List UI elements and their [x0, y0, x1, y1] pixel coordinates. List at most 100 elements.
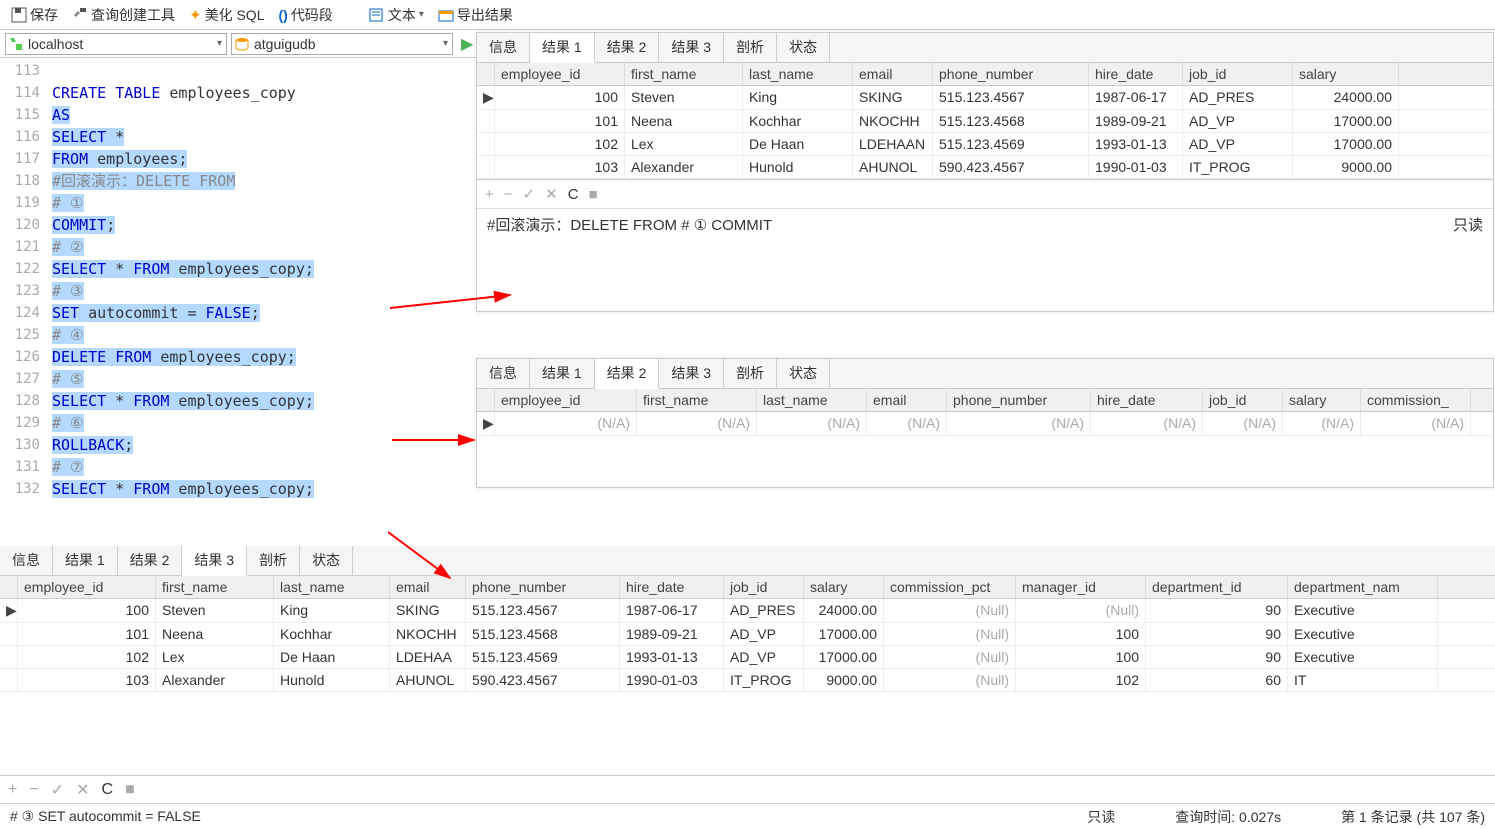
- tab-info[interactable]: 信息: [477, 33, 530, 62]
- table-row[interactable]: ▶100StevenKingSKING515.123.45671987-06-1…: [0, 599, 1495, 623]
- code-line[interactable]: 128SELECT * FROM employees_copy;: [0, 390, 500, 412]
- column-header[interactable]: first_name: [156, 576, 274, 598]
- tab-info-3[interactable]: 信息: [0, 546, 53, 575]
- table-row[interactable]: 101NeenaKochharNKOCHH515.123.45681989-09…: [477, 110, 1493, 133]
- apply-icon-b[interactable]: ✓: [51, 780, 64, 800]
- column-header[interactable]: salary: [804, 576, 884, 598]
- column-header[interactable]: phone_number: [947, 389, 1091, 411]
- column-header[interactable]: department_id: [1146, 576, 1288, 598]
- delete-row-icon[interactable]: −: [504, 186, 513, 203]
- delete-row-icon-b[interactable]: −: [29, 781, 38, 799]
- add-row-icon-b[interactable]: +: [8, 781, 17, 799]
- code-line[interactable]: 129# ⑥: [0, 412, 500, 434]
- column-header[interactable]: employee_id: [495, 389, 637, 411]
- tab-state-3[interactable]: 状态: [300, 546, 353, 575]
- tab-info-2[interactable]: 信息: [477, 359, 530, 388]
- code-line[interactable]: 125# ④: [0, 324, 500, 346]
- column-header[interactable]: email: [853, 63, 933, 85]
- text-button[interactable]: 文本 ▾: [363, 3, 430, 27]
- result3-grid[interactable]: employee_idfirst_namelast_nameemailphone…: [0, 576, 1495, 692]
- column-header[interactable]: salary: [1293, 63, 1399, 85]
- code-line[interactable]: 116SELECT *: [0, 126, 500, 148]
- cancel-icon[interactable]: ✕: [545, 185, 558, 203]
- column-header[interactable]: last_name: [743, 63, 853, 85]
- tab-analyze[interactable]: 剖析: [724, 33, 777, 62]
- code-line[interactable]: 126DELETE FROM employees_copy;: [0, 346, 500, 368]
- code-line[interactable]: 114CREATE TABLE employees_copy: [0, 82, 500, 104]
- save-button[interactable]: 保存: [5, 3, 64, 27]
- beautify-button[interactable]: ✦ 美化 SQL: [183, 3, 270, 27]
- column-header[interactable]: hire_date: [620, 576, 724, 598]
- column-header[interactable]: phone_number: [933, 63, 1089, 85]
- column-header[interactable]: first_name: [625, 63, 743, 85]
- code-line[interactable]: 121# ②: [0, 236, 500, 258]
- column-header[interactable]: job_id: [724, 576, 804, 598]
- query-builder-button[interactable]: 查询创建工具: [66, 3, 181, 27]
- column-header[interactable]: last_name: [274, 576, 390, 598]
- run-button[interactable]: ▶: [461, 34, 473, 54]
- tab-result2[interactable]: 结果 2: [595, 33, 660, 62]
- column-header[interactable]: job_id: [1203, 389, 1283, 411]
- code-line[interactable]: 127# ⑤: [0, 368, 500, 390]
- code-line[interactable]: 122SELECT * FROM employees_copy;: [0, 258, 500, 280]
- refresh-icon-b[interactable]: C: [102, 781, 114, 799]
- tab-result1-3[interactable]: 结果 1: [53, 546, 118, 575]
- code-line[interactable]: 118#回滚演示：DELETE FROM: [0, 170, 500, 192]
- code-line[interactable]: 123# ③: [0, 280, 500, 302]
- column-header[interactable]: commission_: [1361, 389, 1471, 411]
- code-line[interactable]: 119# ①: [0, 192, 500, 214]
- tab-state[interactable]: 状态: [777, 33, 830, 62]
- result1-grid[interactable]: employee_idfirst_namelast_nameemailphone…: [477, 63, 1493, 179]
- code-line[interactable]: 120COMMIT;: [0, 214, 500, 236]
- column-header[interactable]: salary: [1283, 389, 1361, 411]
- refresh-icon[interactable]: C: [568, 186, 579, 203]
- apply-icon[interactable]: ✓: [523, 185, 536, 203]
- column-header[interactable]: employee_id: [495, 63, 625, 85]
- sql-editor[interactable]: 113114CREATE TABLE employees_copy115AS11…: [0, 60, 500, 550]
- tab-state-2[interactable]: 状态: [777, 359, 830, 388]
- column-header[interactable]: email: [390, 576, 466, 598]
- column-header[interactable]: employee_id: [18, 576, 156, 598]
- column-header[interactable]: phone_number: [466, 576, 620, 598]
- column-header[interactable]: first_name: [637, 389, 757, 411]
- export-button[interactable]: 导出结果: [432, 3, 519, 27]
- table-row[interactable]: 103AlexanderHunoldAHUNOL590.423.45671990…: [477, 156, 1493, 179]
- column-header[interactable]: email: [867, 389, 947, 411]
- cancel-icon-b[interactable]: ✕: [76, 780, 89, 800]
- code-line[interactable]: 131# ⑦: [0, 456, 500, 478]
- table-row[interactable]: 102LexDe HaanLDEHAA515.123.45691993-01-1…: [0, 646, 1495, 669]
- code-line[interactable]: 113: [0, 60, 500, 82]
- stop-icon-b[interactable]: ■: [125, 781, 135, 799]
- tab-result2-2[interactable]: 结果 2: [595, 359, 660, 389]
- column-header[interactable]: hire_date: [1091, 389, 1203, 411]
- add-row-icon[interactable]: +: [485, 186, 494, 203]
- column-header[interactable]: commission_pct: [884, 576, 1016, 598]
- column-header[interactable]: last_name: [757, 389, 867, 411]
- column-header[interactable]: job_id: [1183, 63, 1293, 85]
- code-line[interactable]: 117FROM employees;: [0, 148, 500, 170]
- tab-result2-3[interactable]: 结果 2: [118, 546, 183, 575]
- snippet-button[interactable]: () 代码段: [272, 3, 338, 27]
- column-header[interactable]: manager_id: [1016, 576, 1146, 598]
- host-select[interactable]: localhost: [5, 33, 227, 55]
- code-line[interactable]: 132SELECT * FROM employees_copy;: [0, 478, 500, 500]
- tab-result3-2[interactable]: 结果 3: [659, 359, 724, 388]
- code-line[interactable]: 115AS: [0, 104, 500, 126]
- table-row[interactable]: ▶(N/A)(N/A)(N/A)(N/A)(N/A)(N/A)(N/A)(N/A…: [477, 412, 1493, 436]
- column-header[interactable]: department_nam: [1288, 576, 1438, 598]
- code-line[interactable]: 130ROLLBACK;: [0, 434, 500, 456]
- tab-result1[interactable]: 结果 1: [530, 33, 595, 63]
- tab-analyze-3[interactable]: 剖析: [247, 546, 300, 575]
- tab-result3[interactable]: 结果 3: [659, 33, 724, 62]
- column-header[interactable]: hire_date: [1089, 63, 1183, 85]
- table-row[interactable]: 102LexDe HaanLDEHAAN515.123.45691993-01-…: [477, 133, 1493, 156]
- tab-result1-2[interactable]: 结果 1: [530, 359, 595, 388]
- code-line[interactable]: 124SET autocommit = FALSE;: [0, 302, 500, 324]
- tab-result3-3[interactable]: 结果 3: [182, 546, 247, 576]
- tab-analyze-2[interactable]: 剖析: [724, 359, 777, 388]
- database-select[interactable]: atguigudb: [231, 33, 453, 55]
- stop-icon[interactable]: ■: [589, 186, 598, 203]
- table-row[interactable]: 101NeenaKochharNKOCHH515.123.45681989-09…: [0, 623, 1495, 646]
- table-row[interactable]: 103AlexanderHunoldAHUNOL590.423.45671990…: [0, 669, 1495, 692]
- table-row[interactable]: ▶100StevenKingSKING515.123.45671987-06-1…: [477, 86, 1493, 110]
